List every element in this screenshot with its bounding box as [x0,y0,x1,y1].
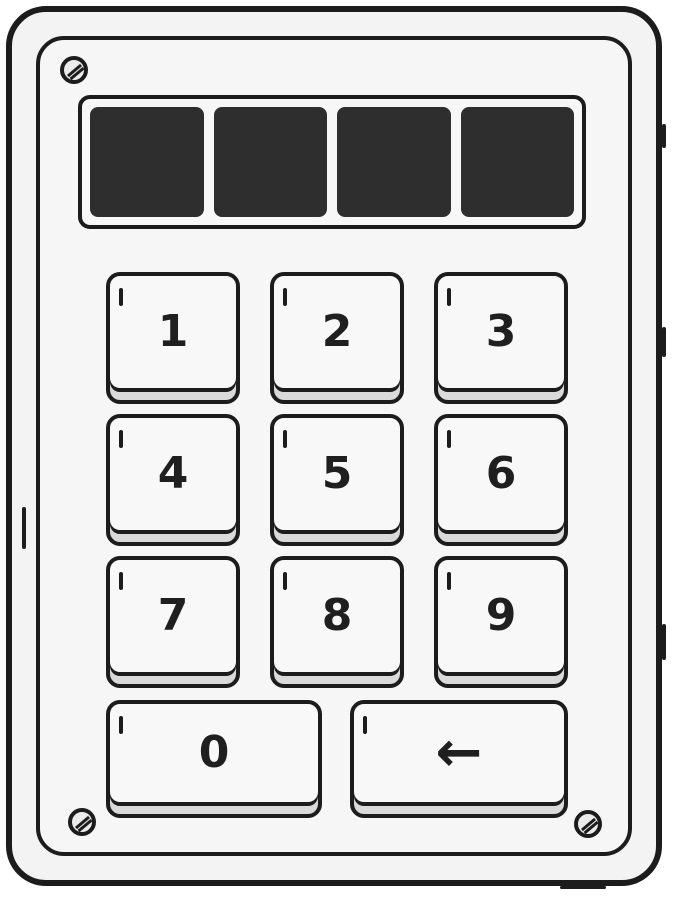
edge-line-right-mid [662,327,666,357]
key-gloss [283,288,287,306]
key-7-label: 7 [157,590,189,641]
key-gloss [363,716,367,734]
key-1[interactable]: 1 [106,272,240,404]
edge-line-right-bottom [662,624,666,660]
display-digit-slot [460,107,574,217]
key-gloss [447,288,451,306]
edge-line-left [22,507,26,549]
key-8[interactable]: 8 [270,556,404,688]
key-gloss [447,430,451,448]
key-gloss [119,572,123,590]
key-9-label: 9 [485,590,517,641]
key-4[interactable]: 4 [106,414,240,546]
screw-bottom-left-icon [68,808,96,836]
key-gloss [283,430,287,448]
edge-line-bottom [560,886,606,889]
backspace-key[interactable]: ← [350,700,568,818]
key-gloss [283,572,287,590]
key-2-label: 2 [321,306,353,357]
key-5-label: 5 [321,448,353,499]
key-gloss [447,572,451,590]
key-5[interactable]: 5 [270,414,404,546]
backspace-arrow-icon: ← [435,720,483,785]
display-digit-slot [337,107,451,217]
code-display [78,95,586,229]
screw-bottom-right-icon [574,810,602,838]
key-0[interactable]: 0 [106,700,322,818]
key-2[interactable]: 2 [270,272,404,404]
key-6-label: 6 [485,448,517,499]
key-1-label: 1 [157,306,189,357]
key-0-label: 0 [198,727,230,778]
key-3-label: 3 [485,306,517,357]
display-digit-slot [213,107,327,217]
key-gloss [119,716,123,734]
key-gloss [119,288,123,306]
display-digit-slot [90,107,204,217]
key-7[interactable]: 7 [106,556,240,688]
screw-top-left-icon [60,56,88,84]
key-9[interactable]: 9 [434,556,568,688]
key-8-label: 8 [321,590,353,641]
key-4-label: 4 [157,448,189,499]
key-3[interactable]: 3 [434,272,568,404]
key-gloss [119,430,123,448]
key-6[interactable]: 6 [434,414,568,546]
edge-line-right-top [662,124,666,148]
